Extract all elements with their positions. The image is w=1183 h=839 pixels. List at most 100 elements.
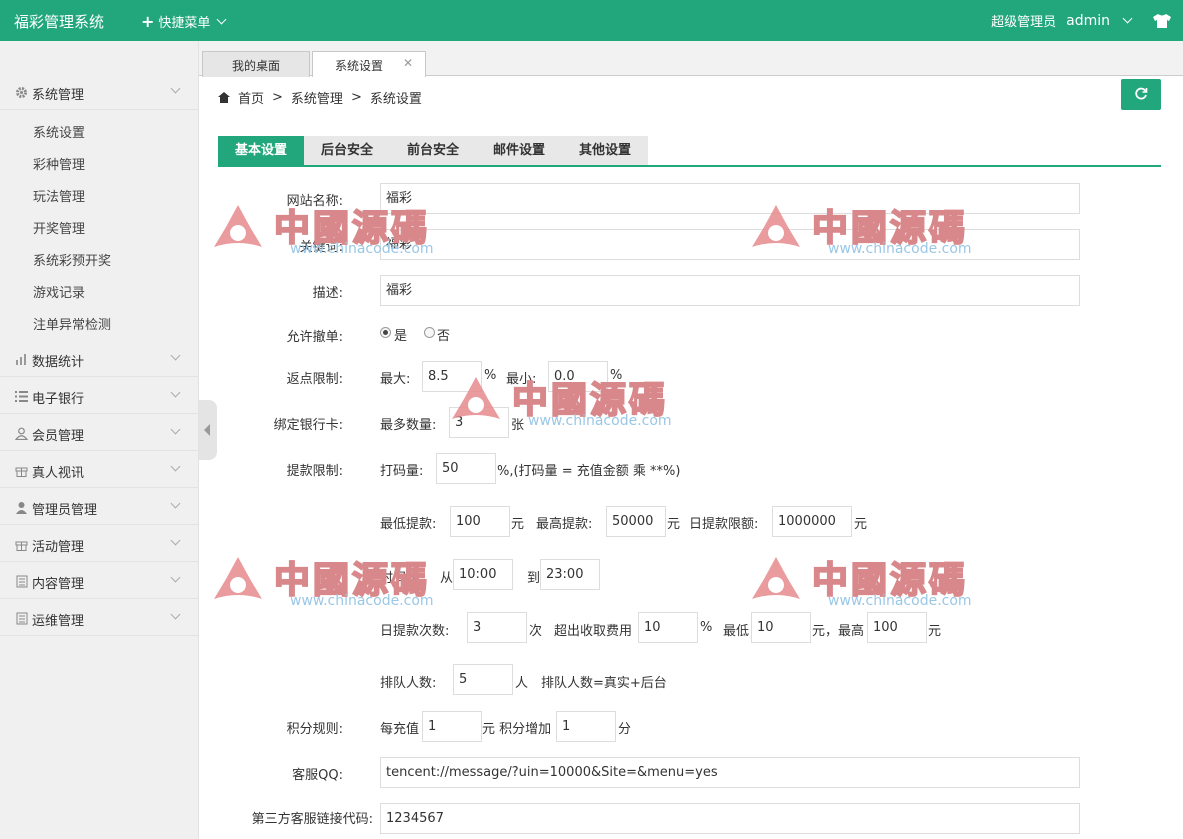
third-party-input[interactable]: 1234567 xyxy=(380,803,1080,834)
tab-frontend-security[interactable]: 前台安全 xyxy=(390,136,476,165)
sidebar-collapse-toggle[interactable] xyxy=(199,400,217,460)
rebate-max-input[interactable]: 8.5 xyxy=(422,361,482,392)
sidebar-group-label: 运维管理 xyxy=(32,614,85,629)
close-icon[interactable]: ✕ xyxy=(403,56,413,70)
quick-menu-button[interactable]: + 快捷菜单 xyxy=(141,12,227,31)
watermark-text: 中國源碼 xyxy=(811,558,969,602)
sidebar-group-label: 系统管理 xyxy=(32,88,85,103)
site-name-label: 网站名称: xyxy=(286,194,343,209)
user-menu[interactable]: 超级管理员 admin xyxy=(991,11,1171,30)
time-from-input[interactable]: 10:00 xyxy=(453,559,513,590)
points-unit: 分 xyxy=(618,722,632,737)
points-input[interactable]: 1 xyxy=(556,711,616,742)
sidebar-item-game-records[interactable]: 游戏记录 xyxy=(33,282,85,301)
withdraw-limit-label: 提款限制: xyxy=(286,464,343,479)
tab-mail-settings[interactable]: 邮件设置 xyxy=(476,136,562,165)
sidebar-group-label: 内容管理 xyxy=(32,577,85,592)
chevron-down-icon xyxy=(170,572,181,583)
description-input[interactable]: 福彩 xyxy=(380,275,1080,306)
keywords-input[interactable]: 福彩 xyxy=(380,229,1080,260)
sidebar-item-draw-management[interactable]: 开奖管理 xyxy=(33,218,85,237)
max-cards-input[interactable]: 3 xyxy=(449,407,509,438)
site-name-input[interactable]: 福彩 xyxy=(380,183,1080,214)
sidebar-item-lottery-types[interactable]: 彩种管理 xyxy=(33,154,85,173)
settings-tab-bar: 基本设置 后台安全 前台安全 邮件设置 其他设置 xyxy=(218,136,1161,167)
sidebar-group-system[interactable]: 系统管理 xyxy=(0,74,199,110)
min-fee-label: 最低 xyxy=(723,624,750,639)
queue-label: 排队人数: xyxy=(380,676,437,691)
times-unit: 次 xyxy=(529,624,543,639)
min-fee-input[interactable]: 10 xyxy=(751,612,811,643)
allow-cancel-yes-radio[interactable] xyxy=(380,327,391,338)
people-unit: 人 xyxy=(515,676,529,691)
sidebar-group-content[interactable]: 内容管理 xyxy=(0,563,199,599)
from-label: 从 xyxy=(440,571,454,586)
breadcrumb-home[interactable]: 首页 xyxy=(238,88,264,107)
sidebar-group-activities[interactable]: 活动管理 xyxy=(0,526,199,562)
role-label: 超级管理员 xyxy=(991,15,1057,30)
max-fee-input[interactable]: 100 xyxy=(867,612,927,643)
tab-system-settings[interactable]: 系统设置 ✕ xyxy=(312,51,426,77)
points-rule-label: 积分规则: xyxy=(286,722,343,737)
daily-times-input[interactable]: 3 xyxy=(467,612,527,643)
allow-cancel-no-radio[interactable] xyxy=(424,327,435,338)
watermark-url: www.chinacode.com xyxy=(828,593,972,609)
sidebar-group-admins[interactable]: 管理员管理 xyxy=(0,489,199,525)
sidebar-group-ops[interactable]: 运维管理 xyxy=(0,600,199,636)
breadcrumb-separator: > xyxy=(350,90,362,105)
rebate-min-label: 最小: xyxy=(506,372,537,387)
user-outline-icon xyxy=(15,427,28,440)
yuan-unit: 元 xyxy=(511,517,525,532)
app-title: 福彩管理系统 xyxy=(14,13,105,31)
queue-input[interactable]: 5 xyxy=(453,664,513,695)
daily-limit-input[interactable]: 1000000 xyxy=(772,506,852,537)
chevron-down-icon xyxy=(170,387,181,398)
sidebar-group-members[interactable]: 会员管理 xyxy=(0,415,199,451)
sidebar-item-pre-draw[interactable]: 系统彩预开奖 xyxy=(33,250,111,269)
over-fee-input[interactable]: 10 xyxy=(638,612,698,643)
tab-other-settings[interactable]: 其他设置 xyxy=(562,136,648,165)
max-withdraw-input[interactable]: 50000 xyxy=(606,506,666,537)
time-to-input[interactable]: 23:00 xyxy=(540,559,600,590)
list-icon xyxy=(15,391,28,402)
sidebar-group-ebank[interactable]: 电子银行 xyxy=(0,378,199,414)
yuan-unit: 元 xyxy=(667,517,681,532)
recharge-input[interactable]: 1 xyxy=(422,711,482,742)
tab-basic-settings[interactable]: 基本设置 xyxy=(218,136,304,165)
tshirt-icon[interactable] xyxy=(1153,13,1171,28)
chevron-down-icon xyxy=(170,609,181,620)
chevron-down-icon xyxy=(1122,13,1133,24)
rebate-min-input[interactable]: 0.0 xyxy=(548,361,608,392)
sidebar-item-system-settings[interactable]: 系统设置 xyxy=(33,122,85,141)
page-tab-bar: 我的桌面 系统设置 ✕ xyxy=(199,41,1183,77)
chevron-down-icon xyxy=(170,424,181,435)
bet-amount-input[interactable]: 50 xyxy=(436,453,496,484)
sidebar: 系统管理 系统设置 彩种管理 玩法管理 开奖管理 系统彩预开奖 游戏记录 注单异… xyxy=(0,41,199,839)
keywords-label: 关键词: xyxy=(299,240,343,255)
sidebar-group-live-video[interactable]: 真人视讯 xyxy=(0,452,199,488)
tab-label: 我的桌面 xyxy=(231,59,280,73)
bet-amount-label: 打码量: xyxy=(380,464,424,479)
sidebar-item-bet-anomaly[interactable]: 注单异常检测 xyxy=(33,314,111,333)
tab-backend-security[interactable]: 后台安全 xyxy=(304,136,390,165)
watermark-logo-icon xyxy=(214,205,262,247)
min-withdraw-label: 最低提款: xyxy=(380,517,437,532)
bar-chart-icon xyxy=(16,354,26,365)
sidebar-group-statistics[interactable]: 数据统计 xyxy=(0,341,199,377)
sidebar-item-play-types[interactable]: 玩法管理 xyxy=(33,186,85,205)
username[interactable]: admin xyxy=(1066,13,1110,29)
tab-desktop[interactable]: 我的桌面 xyxy=(202,51,310,77)
min-withdraw-input[interactable]: 100 xyxy=(450,506,510,537)
points-add-label: 元 积分增加 xyxy=(482,722,552,737)
breadcrumb-level1[interactable]: 系统管理 xyxy=(291,88,343,107)
watermark-logo-icon xyxy=(214,557,262,599)
max-count-label: 最多数量: xyxy=(380,418,437,433)
refresh-button[interactable] xyxy=(1121,79,1161,110)
description-label: 描述: xyxy=(312,286,343,301)
watermark-logo-icon xyxy=(752,557,800,599)
max-withdraw-label: 最高提款: xyxy=(536,517,593,532)
sidebar-group-label: 数据统计 xyxy=(32,355,85,370)
qq-input[interactable]: tencent://message/?uin=10000&Site=&menu=… xyxy=(380,757,1080,788)
percent-unit: % xyxy=(610,368,623,383)
rebate-limit-label: 返点限制: xyxy=(286,372,343,387)
